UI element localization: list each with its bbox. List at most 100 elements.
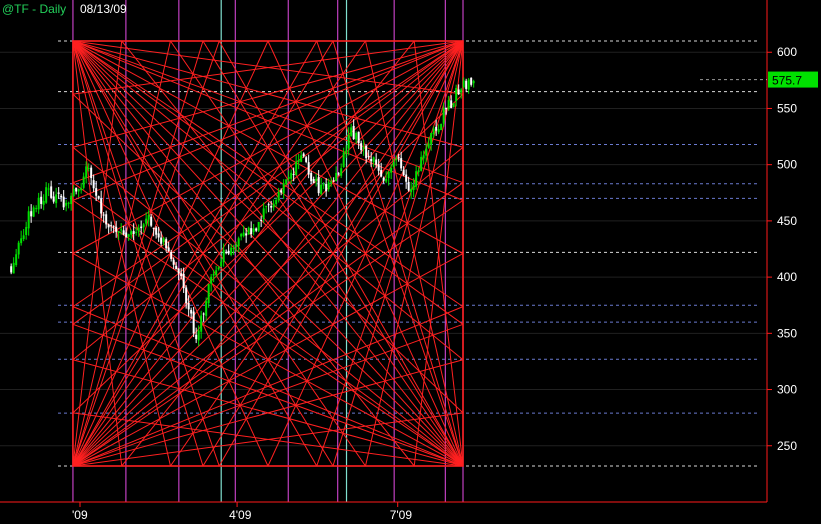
candle-body (285, 179, 288, 185)
candle-body (240, 233, 243, 237)
candle-body (190, 309, 193, 314)
candle-body (457, 89, 460, 95)
candle-body (107, 224, 110, 228)
y-tick-label: 300 (777, 383, 797, 397)
candle-body (35, 208, 38, 210)
date-label: 08/13/09 (80, 2, 127, 16)
candle-body (120, 229, 123, 231)
candle-body (132, 231, 135, 234)
candle-body (302, 153, 305, 157)
candle-body (245, 233, 248, 236)
candle-body (162, 238, 165, 243)
candle-body (77, 189, 80, 192)
candle-body (315, 178, 318, 181)
candle-body (327, 182, 330, 190)
symbol-label: @TF - Daily (2, 2, 67, 16)
candle-body (42, 200, 45, 205)
candle-body (407, 181, 410, 191)
y-tick-label: 400 (777, 270, 797, 284)
candle-body (377, 164, 380, 171)
candle-body (40, 196, 43, 204)
candle-body (262, 208, 265, 219)
candle-body (12, 262, 15, 274)
candle-body (207, 284, 210, 304)
candle-body (15, 254, 18, 266)
candle-body (92, 180, 95, 189)
candle-body (200, 315, 203, 332)
candle-body (225, 251, 228, 253)
candle-body (257, 221, 260, 231)
candle-body (80, 188, 83, 191)
x-tick-label: '09 (72, 508, 88, 522)
candle-body (210, 276, 213, 284)
candle-body (405, 174, 408, 182)
candle-body (462, 80, 465, 88)
candle-body (282, 183, 285, 194)
candle-body (25, 226, 28, 235)
candle-body (75, 187, 78, 192)
candle-body (122, 230, 125, 235)
candle-body (160, 237, 163, 244)
y-tick-label: 550 (777, 101, 797, 115)
y-tick-label: 500 (777, 158, 797, 172)
candle-body (227, 250, 230, 254)
candle-body (130, 231, 133, 235)
candle-body (305, 157, 308, 162)
candle-body (140, 226, 143, 229)
candle-body (37, 197, 40, 210)
candle-body (435, 126, 438, 131)
candle-body (242, 232, 245, 236)
candle-body (460, 89, 463, 93)
candle-body (465, 80, 468, 89)
candle-body (85, 166, 88, 178)
candle-body (27, 211, 30, 229)
candle-body (265, 205, 268, 207)
candle-body (82, 176, 85, 188)
candle-body (205, 301, 208, 316)
x-tick-label: 4'09 (229, 508, 252, 522)
candle-body (427, 143, 430, 148)
candle-body (437, 129, 440, 133)
candle-body (380, 170, 383, 177)
candle-body (90, 167, 93, 179)
candle-body (150, 216, 153, 226)
candle-body (382, 177, 385, 181)
candle-body (417, 170, 420, 173)
candle-body (472, 81, 475, 84)
candle-body (20, 238, 23, 244)
candle-body (352, 125, 355, 140)
candle-body (467, 79, 470, 90)
candle-body (295, 161, 298, 176)
candle-body (317, 177, 320, 194)
candle-body (455, 87, 458, 101)
candle-body (280, 190, 283, 193)
candle-body (72, 188, 75, 197)
candle-body (125, 232, 128, 238)
candle-body (220, 261, 223, 267)
candle-body (337, 173, 340, 175)
candle-body (102, 214, 105, 216)
candle-body (290, 172, 293, 179)
candle-body (347, 134, 350, 149)
candle-body (320, 184, 323, 194)
candle-body (212, 273, 215, 276)
candle-body (415, 171, 418, 187)
candle-body (235, 245, 238, 247)
candle-body (440, 123, 443, 131)
candle-body (172, 259, 175, 265)
candle-body (145, 218, 148, 224)
y-tick-label: 450 (777, 214, 797, 228)
candle-body (362, 147, 365, 149)
candle-body (447, 100, 450, 110)
candle-body (30, 211, 33, 217)
candle-body (395, 158, 398, 161)
candle-body (422, 155, 425, 159)
candle-body (452, 103, 455, 107)
candle-body (127, 234, 130, 237)
candle-body (307, 162, 310, 175)
candle-body (197, 330, 200, 341)
candle-body (135, 232, 138, 234)
candle-body (287, 176, 290, 179)
candle-body (60, 195, 63, 198)
y-tick-label: 250 (777, 439, 797, 453)
